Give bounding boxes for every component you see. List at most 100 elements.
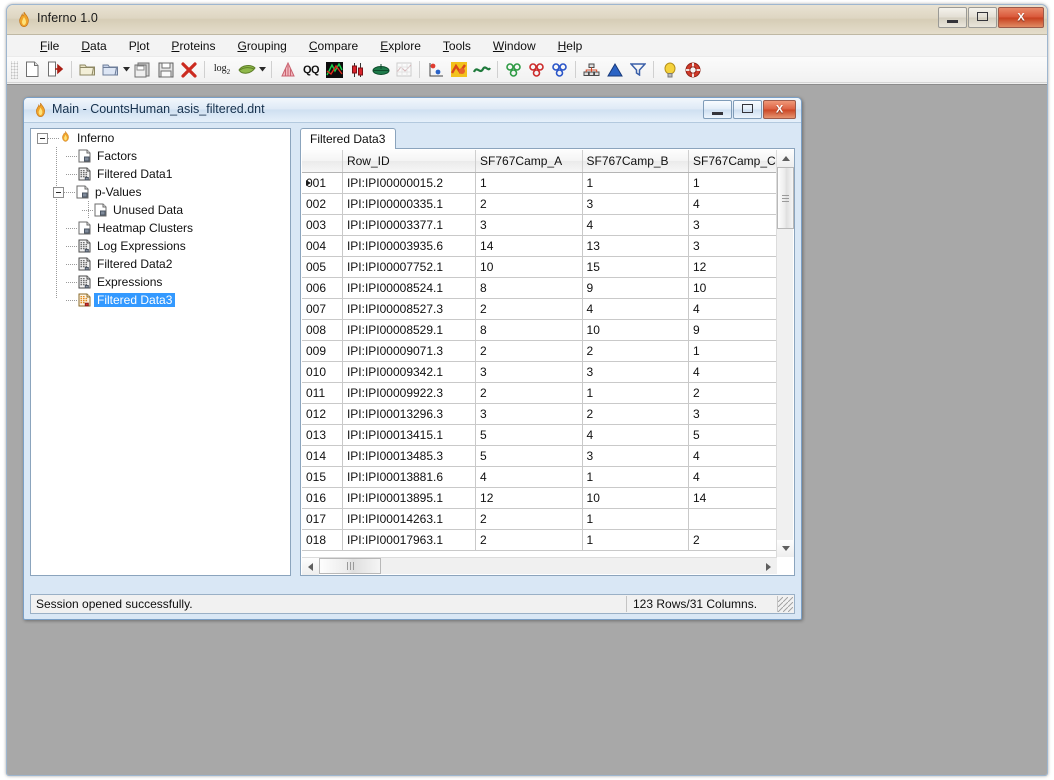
- tree-item-filtered-data3[interactable]: Filtered Data3: [31, 291, 290, 309]
- cell-sf767camp-b[interactable]: 4: [582, 298, 689, 320]
- column-header-select[interactable]: [302, 150, 343, 173]
- tab-filtered-data3[interactable]: Filtered Data3: [300, 128, 397, 149]
- cell-row-id[interactable]: IPI:IPI00017963.1: [342, 529, 477, 551]
- cell-sf767camp-b[interactable]: 2: [582, 340, 689, 362]
- scatter-plot-icon[interactable]: [424, 59, 447, 81]
- row-selector-cell[interactable]: 014: [302, 445, 343, 467]
- row-selector-cell[interactable]: 002: [302, 193, 343, 215]
- row-selector-cell[interactable]: 011: [302, 382, 343, 404]
- grid-vertical-scrollbar[interactable]: [776, 150, 794, 557]
- cell-row-id[interactable]: IPI:IPI00009922.3: [342, 382, 477, 404]
- row-selector-cell[interactable]: 015: [302, 466, 343, 488]
- table-row[interactable]: 017IPI:IPI00014263.1213: [302, 508, 793, 530]
- tree-item-p-values[interactable]: p-Values: [31, 183, 290, 201]
- spiral-red-icon[interactable]: [525, 59, 548, 81]
- table-row[interactable]: 014IPI:IPI00013485.35347: [302, 445, 793, 467]
- cell-sf767camp-b[interactable]: 1: [582, 382, 689, 404]
- app-minimize-button[interactable]: [938, 7, 967, 28]
- cell-sf767camp-b[interactable]: 2: [582, 403, 689, 425]
- cell-sf767camp-b[interactable]: 3: [582, 193, 689, 215]
- tree-item-inferno[interactable]: Inferno: [31, 129, 290, 147]
- cell-sf767camp-a[interactable]: 2: [475, 340, 583, 362]
- table-row[interactable]: 005IPI:IPI00007752.110151217: [302, 256, 793, 278]
- cell-row-id[interactable]: IPI:IPI00000015.2: [342, 172, 477, 194]
- open-folder-icon[interactable]: [76, 59, 99, 81]
- lightbulb-icon[interactable]: [658, 59, 681, 81]
- chevron-down-icon[interactable]: [258, 59, 267, 81]
- cell-sf767camp-a[interactable]: 14: [475, 235, 583, 257]
- table-row[interactable]: 003IPI:IPI00003377.13435: [302, 214, 793, 236]
- cell-sf767camp-b[interactable]: 1: [582, 529, 689, 551]
- cell-sf767camp-a[interactable]: 8: [475, 319, 583, 341]
- scroll-left-button[interactable]: [302, 558, 319, 575]
- table-row[interactable]: 013IPI:IPI00013415.15455: [302, 424, 793, 446]
- cell-row-id[interactable]: IPI:IPI00013296.3: [342, 403, 477, 425]
- row-selector-cell[interactable]: 009: [302, 340, 343, 362]
- new-document-icon[interactable]: [21, 59, 44, 81]
- line-chart-disabled-icon[interactable]: [392, 59, 415, 81]
- vertical-scroll-thumb[interactable]: [777, 167, 794, 229]
- menu-item-explore[interactable]: Explore: [369, 37, 432, 55]
- curve-fit-icon[interactable]: [470, 59, 493, 81]
- cell-row-id[interactable]: IPI:IPI00014263.1: [342, 508, 477, 530]
- cell-row-id[interactable]: IPI:IPI00003935.6: [342, 235, 477, 257]
- cell-sf767camp-a[interactable]: 3: [475, 361, 583, 383]
- cell-sf767camp-b[interactable]: 9: [582, 277, 689, 299]
- histogram-icon[interactable]: [276, 59, 299, 81]
- cell-sf767camp-a[interactable]: 3: [475, 214, 583, 236]
- menu-item-proteins[interactable]: Proteins: [160, 37, 226, 55]
- cell-row-id[interactable]: IPI:IPI00000335.1: [342, 193, 477, 215]
- tree-item-filtered-data1[interactable]: Filtered Data1: [31, 165, 290, 183]
- row-selector-cell[interactable]: 004: [302, 235, 343, 257]
- heatmap-icon[interactable]: [323, 59, 346, 81]
- table-row[interactable]: 016IPI:IPI00013895.11210144: [302, 487, 793, 509]
- column-header-sf767camp-b[interactable]: SF767Camp_B: [582, 150, 689, 173]
- tree-expander-collapse-icon[interactable]: [37, 132, 48, 144]
- tree-item-unused-data[interactable]: Unused Data: [31, 201, 290, 219]
- chevron-down-icon[interactable]: [122, 59, 131, 81]
- cell-sf767camp-b[interactable]: 13: [582, 235, 689, 257]
- cell-row-id[interactable]: IPI:IPI00008529.1: [342, 319, 477, 341]
- log2-transform-icon[interactable]: log2: [209, 59, 235, 81]
- cell-sf767camp-b[interactable]: 1: [582, 508, 689, 530]
- scroll-right-button[interactable]: [760, 558, 777, 575]
- dataset-tree[interactable]: Inferno Factors Filtered Data1 p-Values Unu…: [30, 128, 291, 576]
- import-data-icon[interactable]: [44, 59, 67, 81]
- cell-sf767camp-b[interactable]: 4: [582, 214, 689, 236]
- row-selector-cell[interactable]: 017: [302, 508, 343, 530]
- cell-row-id[interactable]: IPI:IPI00013485.3: [342, 445, 477, 467]
- cell-row-id[interactable]: IPI:IPI00008527.3: [342, 298, 477, 320]
- cell-row-id[interactable]: IPI:IPI00007752.1: [342, 256, 477, 278]
- cell-sf767camp-b[interactable]: 10: [582, 487, 689, 509]
- column-header-row-id[interactable]: Row_ID: [342, 150, 477, 173]
- cell-sf767camp-a[interactable]: 2: [475, 382, 583, 404]
- cell-row-id[interactable]: IPI:IPI00013415.1: [342, 424, 477, 446]
- column-header-sf767camp-a[interactable]: SF767Camp_A: [475, 150, 583, 173]
- child-minimize-button[interactable]: [703, 100, 732, 119]
- cell-sf767camp-b[interactable]: 4: [582, 424, 689, 446]
- toolbar-grip[interactable]: [11, 60, 18, 79]
- ellipse-plot-icon[interactable]: [369, 59, 392, 81]
- table-row[interactable]: 008IPI:IPI00008529.1810911: [302, 319, 793, 341]
- cell-sf767camp-b[interactable]: 3: [582, 361, 689, 383]
- open-folder-dropdown-icon[interactable]: [99, 59, 122, 81]
- menu-item-plot[interactable]: Plot: [118, 37, 161, 55]
- cell-row-id[interactable]: IPI:IPI00013881.6: [342, 466, 477, 488]
- cell-sf767camp-a[interactable]: 5: [475, 445, 583, 467]
- cell-sf767camp-b[interactable]: 1: [582, 172, 689, 194]
- cell-sf767camp-a[interactable]: 12: [475, 487, 583, 509]
- menu-item-grouping[interactable]: Grouping: [226, 37, 297, 55]
- row-selector-cell[interactable]: 001: [302, 172, 343, 194]
- row-selector-cell[interactable]: 008: [302, 319, 343, 341]
- child-close-button[interactable]: X: [763, 100, 796, 119]
- table-row[interactable]: 006IPI:IPI00008524.189108: [302, 277, 793, 299]
- cell-sf767camp-a[interactable]: 4: [475, 466, 583, 488]
- hierarchy-icon[interactable]: [580, 59, 603, 81]
- cell-sf767camp-a[interactable]: 2: [475, 508, 583, 530]
- menu-item-window[interactable]: Window: [482, 37, 547, 55]
- spiral-green-icon[interactable]: [502, 59, 525, 81]
- row-selector-cell[interactable]: 006: [302, 277, 343, 299]
- tree-item-expressions[interactable]: Expressions: [31, 273, 290, 291]
- cell-row-id[interactable]: IPI:IPI00008524.1: [342, 277, 477, 299]
- row-selector-cell[interactable]: 018: [302, 529, 343, 551]
